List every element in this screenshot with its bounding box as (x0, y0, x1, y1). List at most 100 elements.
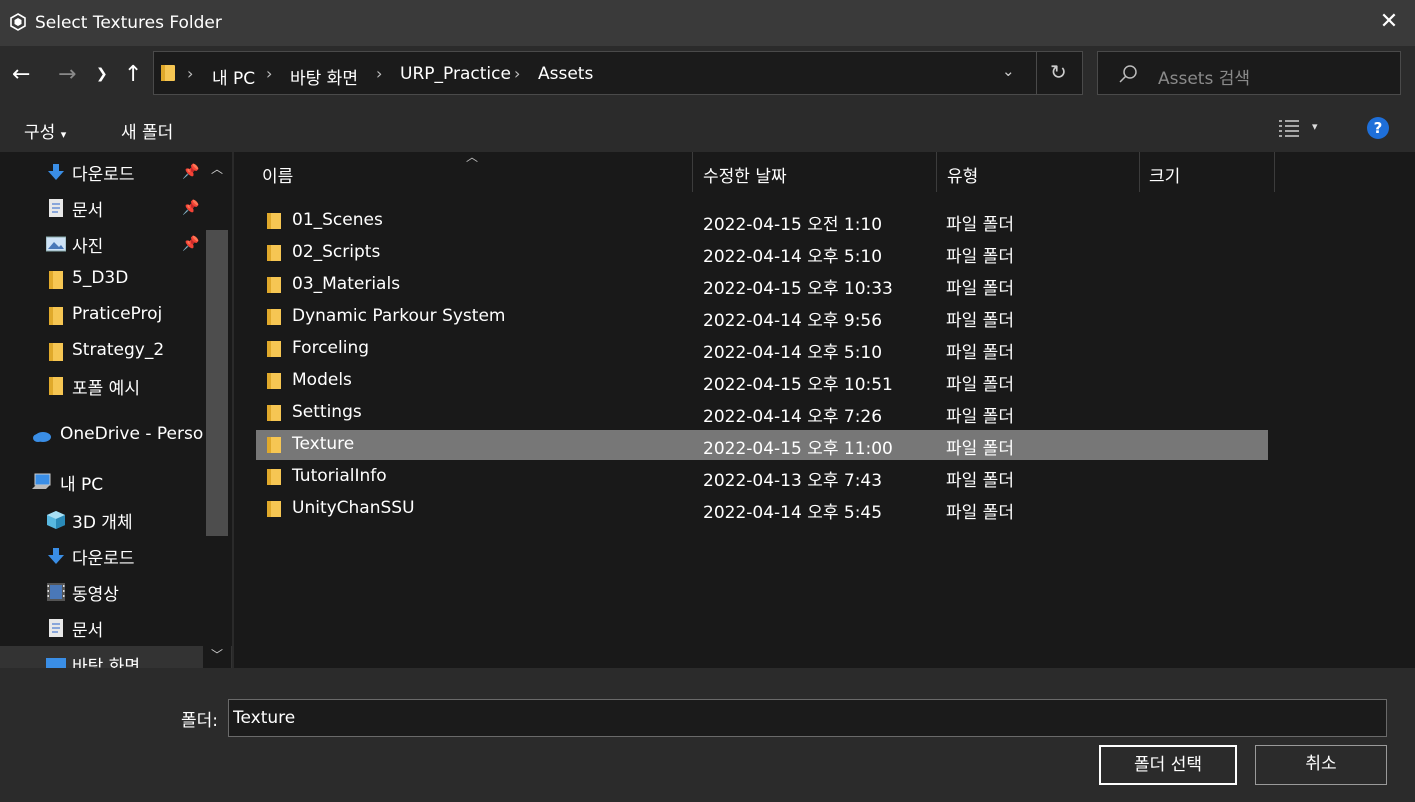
column-divider[interactable] (1274, 152, 1275, 192)
column-divider[interactable] (1139, 152, 1140, 192)
scroll-down-arrow-icon[interactable]: ﹀ (211, 646, 223, 663)
file-row[interactable]: Texture 2022-04-15 오후 11:00 파일 폴더 (256, 430, 1268, 460)
sidebar-item-label: 내 PC (60, 475, 104, 495)
search-icon (1119, 65, 1137, 83)
sidebar-item-documents[interactable]: 문서 📌 (0, 190, 203, 226)
file-modified: 2022-04-15 오전 1:10 (703, 215, 883, 235)
breadcrumb-item[interactable]: Assets (538, 64, 593, 84)
file-row[interactable]: 03_Materials 2022-04-15 오후 10:33 파일 폴더 (256, 270, 1268, 300)
navigation-bar: ← → ❯ ↑ › 내 PC › 바탕 화면 › URP_Practice › … (0, 46, 1415, 104)
sidebar-item-pictures[interactable]: 사진 📌 (0, 226, 203, 262)
pin-icon[interactable]: 📌 (182, 236, 199, 252)
file-row[interactable]: TutorialInfo 2022-04-13 오후 7:43 파일 폴더 (256, 462, 1268, 492)
file-row[interactable]: 01_Scenes 2022-04-15 오전 1:10 파일 폴더 (256, 206, 1268, 236)
up-arrow-icon[interactable]: ↑ (124, 64, 142, 86)
sidebar-item-folder[interactable]: PraticeProj (0, 298, 203, 334)
sidebar-item-documents[interactable]: 문서 (0, 610, 203, 646)
sidebar-item-desktop[interactable]: 바탕 화면 (0, 646, 232, 668)
folder-name-input[interactable] (228, 699, 1387, 737)
column-header-name[interactable]: 이름 (262, 162, 293, 187)
sidebar-item-label: 5_D3D (72, 268, 129, 288)
back-arrow-icon[interactable]: ← (12, 64, 30, 86)
view-list-icon[interactable] (1278, 118, 1300, 138)
pin-icon[interactable]: 📌 (182, 164, 199, 180)
scroll-up-arrow-icon[interactable]: ︿ (211, 160, 223, 177)
address-bar[interactable]: › 내 PC › 바탕 화면 › URP_Practice › Assets ⌄… (153, 51, 1083, 95)
file-type: 파일 폴더 (946, 247, 1014, 267)
column-divider[interactable] (692, 152, 693, 192)
file-name: 03_Materials (292, 274, 401, 294)
sort-ascending-icon: ︿ (466, 150, 479, 164)
column-header-size[interactable]: 크기 (1149, 162, 1180, 187)
sidebar-item-this-pc[interactable]: 내 PC (0, 464, 203, 500)
sidebar-item-label: PraticeProj (72, 304, 163, 324)
file-name: UnityChanSSU (292, 498, 415, 518)
breadcrumb-item[interactable]: 바탕 화면 (290, 64, 358, 89)
organize-label: 구성 (24, 123, 56, 143)
pin-icon[interactable]: 📌 (182, 200, 199, 216)
column-header-modified[interactable]: 수정한 날짜 (703, 162, 787, 187)
file-modified: 2022-04-14 오후 5:45 (703, 503, 883, 523)
folder-field-label: 폴더: (181, 711, 219, 731)
file-modified: 2022-04-14 오후 9:56 (703, 311, 883, 331)
download-icon (48, 548, 64, 564)
select-folder-button[interactable]: 폴더 선택 (1099, 745, 1237, 785)
organize-menu[interactable]: 구성 ▾ (24, 118, 66, 143)
navigation-pane: 다운로드 📌 문서 📌 사진 📌 5_D3D PraticeProj Strat… (0, 152, 232, 668)
sidebar-item-label: 사진 (72, 237, 104, 257)
file-name: TutorialInfo (292, 466, 387, 486)
breadcrumb-separator-icon: › (266, 64, 273, 83)
column-divider[interactable] (936, 152, 937, 192)
file-list: ︿ 이름 수정한 날짜 유형 크기 01_Scenes 2022-04-15 오전… (234, 150, 1415, 668)
folder-icon (267, 277, 281, 293)
breadcrumb-separator-icon: › (514, 64, 521, 83)
chevron-down-icon[interactable]: ⌄ (1002, 62, 1015, 80)
sidebar-item-folder[interactable]: 5_D3D (0, 262, 203, 298)
file-name: Settings (292, 402, 362, 422)
folder-icon (267, 405, 281, 421)
folder-icon (267, 341, 281, 357)
file-row[interactable]: Dynamic Parkour System 2022-04-14 오후 9:56… (256, 302, 1268, 332)
breadcrumb-separator-icon: › (376, 64, 383, 83)
help-icon[interactable]: ? (1366, 116, 1390, 140)
search-box[interactable]: Assets 검색 (1097, 51, 1401, 95)
file-name: Forceling (292, 338, 370, 358)
file-modified: 2022-04-15 오후 10:33 (703, 279, 893, 299)
sidebar-item-label: 포폴 예시 (72, 379, 140, 399)
sidebar-item-downloads[interactable]: 다운로드 📌 (0, 154, 203, 190)
file-name: Dynamic Parkour System (292, 306, 506, 326)
view-dropdown-arrow-icon[interactable]: ▾ (1312, 120, 1318, 133)
sidebar-item-downloads[interactable]: 다운로드 (0, 538, 203, 574)
file-modified: 2022-04-14 오후 5:10 (703, 247, 883, 267)
sidebar-item-label: 다운로드 (72, 549, 135, 569)
file-row[interactable]: Models 2022-04-15 오후 10:51 파일 폴더 (256, 366, 1268, 396)
sidebar-item-label: 3D 개체 (72, 513, 133, 533)
sidebar-item-folder[interactable]: Strategy_2 (0, 334, 203, 370)
sidebar-item-3d-objects[interactable]: 3D 개체 (0, 502, 203, 538)
file-type: 파일 폴더 (946, 471, 1014, 491)
sidebar-scrollbar-thumb[interactable] (206, 230, 228, 536)
svg-text:?: ? (1374, 119, 1383, 137)
file-type: 파일 폴더 (946, 215, 1014, 235)
file-row[interactable]: 02_Scripts 2022-04-14 오후 5:10 파일 폴더 (256, 238, 1268, 268)
file-type: 파일 폴더 (946, 279, 1014, 299)
file-row[interactable]: UnityChanSSU 2022-04-14 오후 5:45 파일 폴더 (256, 494, 1268, 524)
sidebar-item-label: OneDrive - Persor (60, 424, 211, 444)
breadcrumb-item[interactable]: 내 PC (212, 64, 255, 89)
forward-arrow-icon[interactable]: → (58, 64, 76, 86)
sidebar-item-videos[interactable]: 동영상 (0, 574, 203, 610)
column-header-type[interactable]: 유형 (947, 162, 978, 187)
file-row[interactable]: Forceling 2022-04-14 오후 5:10 파일 폴더 (256, 334, 1268, 364)
file-row[interactable]: Settings 2022-04-14 오후 7:26 파일 폴더 (256, 398, 1268, 428)
new-folder-button[interactable]: 새 폴더 (121, 118, 173, 143)
refresh-icon[interactable]: ↻ (1050, 60, 1067, 84)
sidebar-item-folder[interactable]: 포폴 예시 (0, 368, 203, 404)
close-icon[interactable]: ✕ (1376, 8, 1402, 36)
chevron-down-icon[interactable]: ❯ (96, 66, 108, 82)
folder-icon (49, 377, 63, 395)
breadcrumb-item[interactable]: URP_Practice (400, 64, 511, 84)
sidebar-item-label: Strategy_2 (72, 340, 165, 360)
sidebar-item-label: 동영상 (72, 585, 119, 605)
sidebar-item-onedrive[interactable]: OneDrive - Persor (0, 418, 210, 454)
cancel-button[interactable]: 취소 (1255, 745, 1387, 785)
